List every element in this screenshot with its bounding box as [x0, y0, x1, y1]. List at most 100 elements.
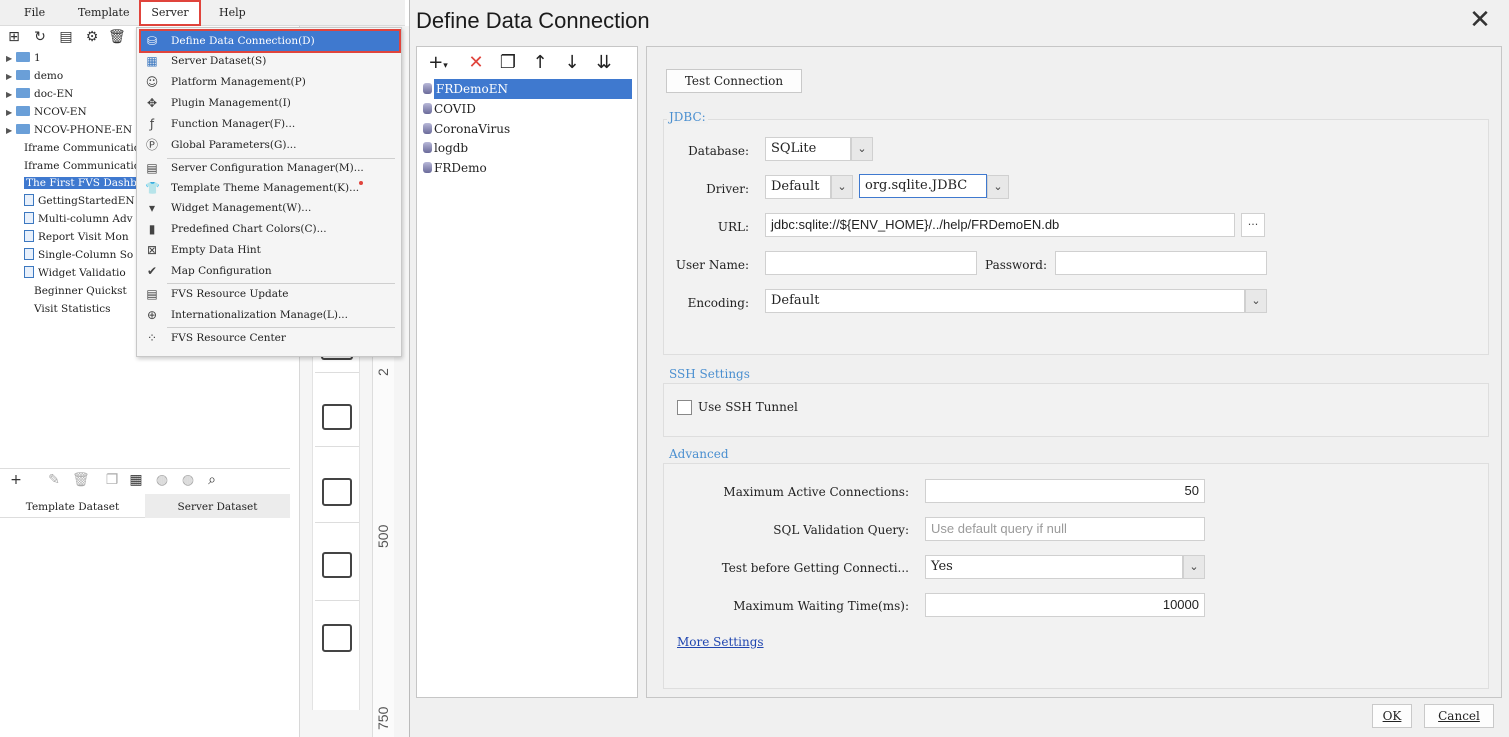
password-field[interactable]: [1055, 251, 1267, 275]
delete-icon[interactable]: 🗑: [108, 29, 126, 45]
use-ssh-checkbox[interactable]: [677, 400, 692, 415]
edit-icon[interactable]: ✎: [46, 472, 62, 488]
ok-button[interactable]: OK: [1372, 704, 1412, 728]
expand-arrow-icon[interactable]: ▶: [6, 86, 16, 104]
delete-connection-icon[interactable]: ✕: [465, 53, 487, 73]
tree-item[interactable]: Visit Statistics: [24, 300, 111, 318]
menu-item-server-configuration[interactable]: ▤ Server Configuration Manager(M)...: [141, 158, 399, 178]
tree-item[interactable]: Beginner Quickst: [24, 282, 127, 300]
menu-item-predefined-chart-colors[interactable]: ▮ Predefined Chart Colors(C)...: [141, 219, 399, 239]
max-active-field[interactable]: 50: [925, 479, 1205, 503]
menu-item-server-dataset[interactable]: ▦ Server Dataset(S): [141, 51, 399, 71]
delete-icon[interactable]: 🗑: [72, 472, 90, 488]
add-connection-icon[interactable]: +▾: [423, 53, 453, 73]
database-select[interactable]: SQLite: [765, 137, 851, 161]
test-connection-button[interactable]: Test Connection: [666, 69, 802, 93]
tree-item[interactable]: GettingStartedEN: [24, 192, 135, 210]
list-icon[interactable]: [322, 552, 352, 578]
encoding-select[interactable]: Default: [765, 289, 1245, 313]
more-options-icon[interactable]: ···: [1241, 213, 1265, 237]
chevron-down-icon[interactable]: ⌄: [1183, 555, 1205, 579]
tree-item[interactable]: Single-Column So: [24, 246, 133, 264]
more-settings-link[interactable]: More Settings: [677, 635, 764, 649]
add-dataset-icon[interactable]: +: [8, 472, 24, 488]
use-ssh-label[interactable]: Use SSH Tunnel: [698, 400, 798, 414]
tab-server-dataset[interactable]: Server Dataset: [145, 494, 290, 518]
menu-help[interactable]: Help: [219, 0, 249, 26]
connection-item[interactable]: FRDemo: [423, 158, 487, 178]
tree-item-selected[interactable]: The First FVS Dashb: [24, 174, 139, 192]
tree-item[interactable]: Report Visit Mon: [24, 228, 129, 246]
menu-item-plugin-management[interactable]: ✥ Plugin Management(I): [141, 93, 399, 113]
expand-arrow-icon[interactable]: ▶: [6, 68, 16, 86]
tree-item[interactable]: ▶ 1: [6, 49, 41, 67]
splitter-handle[interactable]: [638, 46, 646, 698]
settings-icon[interactable]: ⚙: [84, 29, 100, 45]
database-icon: [423, 103, 432, 114]
chevron-down-icon[interactable]: ⌄: [831, 175, 853, 199]
sql-validation-field[interactable]: Use default query if null: [925, 517, 1205, 541]
database-icon: [423, 83, 432, 94]
chevron-down-icon[interactable]: ⌄: [987, 175, 1009, 199]
menu-item-empty-data-hint[interactable]: ⊠ Empty Data Hint: [141, 240, 399, 260]
driver-class-field[interactable]: org.sqlite.JDBC: [859, 174, 987, 198]
archive-icon[interactable]: [322, 624, 352, 652]
menu-item-fvs-resource-center[interactable]: ⁘ FVS Resource Center: [141, 328, 399, 348]
tree-item[interactable]: ▶ NCOV-PHONE-EN: [6, 121, 132, 139]
cancel-button[interactable]: Cancel: [1424, 704, 1494, 728]
expand-arrow-icon[interactable]: ▶: [6, 50, 16, 68]
driver-mode-select[interactable]: Default: [765, 175, 831, 199]
connection-item[interactable]: COVID: [423, 99, 476, 119]
max-wait-field[interactable]: 10000: [925, 593, 1205, 617]
tree-item[interactable]: ▶ NCOV-EN: [6, 103, 87, 121]
menu-item-widget-management[interactable]: ▾ Widget Management(W)...: [141, 198, 399, 218]
move-down-icon[interactable]: ↓: [561, 53, 583, 73]
menu-file[interactable]: File: [24, 0, 50, 26]
menu-item-map-configuration[interactable]: ✔ Map Configuration: [141, 261, 399, 281]
video-icon[interactable]: [322, 404, 352, 430]
tree-item[interactable]: Iframe Communicatio: [24, 157, 140, 175]
menu-item-fvs-resource-update[interactable]: ▤ FVS Resource Update: [141, 284, 399, 304]
expand-arrow-icon[interactable]: ▶: [6, 104, 16, 122]
connection-item[interactable]: FRDemoEN: [423, 79, 632, 99]
tree-item[interactable]: ▶ demo: [6, 67, 63, 85]
open-icon[interactable]: ▤: [58, 29, 74, 45]
tab-template-dataset[interactable]: Template Dataset: [0, 494, 145, 518]
database-icon[interactable]: ◍: [154, 472, 170, 488]
close-icon[interactable]: ✕: [1468, 7, 1492, 33]
search-icon[interactable]: ⌕: [204, 472, 220, 488]
menu-template[interactable]: Template: [78, 0, 129, 26]
menu-item-global-parameters[interactable]: Ⓟ Global Parameters(G)...: [141, 135, 399, 155]
menu-item-function-manager[interactable]: ƒ Function Manager(F)...: [141, 114, 399, 134]
inbox-icon[interactable]: [322, 478, 352, 506]
chevron-down-icon[interactable]: ⌄: [851, 137, 873, 161]
chevron-down-icon[interactable]: ⌄: [1245, 289, 1267, 313]
move-up-icon[interactable]: ↑: [529, 53, 551, 73]
dataset-preview-icon[interactable]: ▦: [128, 472, 144, 488]
component-sidebar: [312, 330, 360, 710]
empty-box-icon: ⊠: [146, 243, 158, 257]
tree-item[interactable]: Multi-column Adv: [24, 210, 133, 228]
connection-item[interactable]: logdb: [423, 138, 468, 158]
tree-item[interactable]: Iframe Communicatio: [24, 139, 140, 157]
database-icon: [423, 162, 432, 173]
expand-arrow-icon[interactable]: ▶: [6, 122, 16, 140]
sort-icon[interactable]: ⇊: [593, 53, 615, 73]
menu-item-internationalization[interactable]: ⊕ Internationalization Manage(L)...: [141, 305, 399, 325]
connection-item[interactable]: CoronaVirus: [423, 119, 510, 139]
tree-item[interactable]: ▶ doc-EN: [6, 85, 73, 103]
ruler-mark: 500: [375, 524, 391, 548]
database-icon[interactable]: ◍: [180, 472, 196, 488]
tree-item[interactable]: Widget Validatio: [24, 264, 126, 282]
refresh-icon[interactable]: ↻: [32, 29, 48, 45]
menu-item-define-data-connection[interactable]: ⛁ Define Data Connection(D): [139, 29, 401, 53]
url-field[interactable]: jdbc:sqlite://${ENV_HOME}/../help/FRDemo…: [765, 213, 1235, 237]
divider: [315, 522, 359, 523]
username-field[interactable]: [765, 251, 977, 275]
copy-icon[interactable]: ❐: [104, 472, 120, 488]
menu-item-platform-management[interactable]: ☺ Platform Management(P): [141, 72, 399, 92]
menu-server[interactable]: Server: [139, 0, 201, 26]
new-folder-icon[interactable]: ⊞: [6, 29, 22, 45]
test-before-select[interactable]: Yes: [925, 555, 1183, 579]
copy-icon[interactable]: ❐: [497, 53, 519, 73]
